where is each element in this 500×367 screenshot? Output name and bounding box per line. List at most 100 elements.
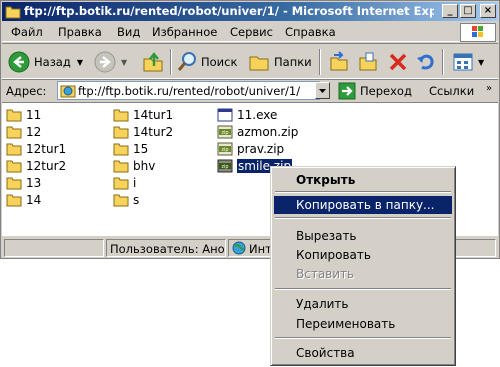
forward-arrow-icon xyxy=(94,51,116,73)
folder-item[interactable]: s xyxy=(113,192,139,208)
close-button[interactable]: × xyxy=(480,4,496,18)
toolbar-separator xyxy=(442,49,444,75)
copy-to-icon xyxy=(359,52,377,71)
views-button[interactable]: ▼ xyxy=(452,50,484,74)
windows-flag-icon xyxy=(472,26,483,37)
context-menu: Открыть Копировать в папку... Вырезать К… xyxy=(270,166,456,366)
forward-button[interactable]: ▼ xyxy=(94,50,127,74)
window-title: ftp://ftp.botik.ru/rented/robot/univer/1… xyxy=(24,4,434,18)
menu-delete[interactable]: Удалить xyxy=(274,295,452,313)
address-dropdown-button[interactable] xyxy=(315,82,330,99)
zip-file-icon: zip xyxy=(217,159,233,173)
folder-label: 13 xyxy=(26,176,42,190)
menu-edit[interactable]: Правка xyxy=(58,25,102,39)
delete-x-icon xyxy=(389,53,407,71)
folder-item[interactable]: 13 xyxy=(6,175,41,191)
menu-separator xyxy=(275,337,451,339)
folder-item[interactable]: 14tur2 xyxy=(113,124,173,140)
address-value: ftp://ftp.botik.ru/rented/robot/univer/1… xyxy=(78,84,301,98)
forward-dropdown-icon[interactable]: ▼ xyxy=(121,58,127,67)
address-input[interactable]: ftp://ftp.botik.ru/rented/robot/univer/1… xyxy=(57,81,320,100)
file-label: prav.zip xyxy=(237,142,285,156)
go-arrow-icon xyxy=(338,82,356,100)
status-user: Пользователь: Анонимный xyxy=(106,239,226,257)
status-panel-empty xyxy=(4,239,104,257)
up-folder-icon xyxy=(143,52,163,72)
menu-rename[interactable]: Переименовать xyxy=(274,315,452,333)
internet-globe-icon xyxy=(232,241,246,255)
folder-item[interactable]: 15 xyxy=(113,141,148,157)
back-label: Назад xyxy=(34,55,71,69)
file-item[interactable]: zip prav.zip xyxy=(217,141,284,157)
minimize-button[interactable]: _ xyxy=(442,4,458,18)
menu-separator xyxy=(275,191,451,193)
menu-view[interactable]: Вид xyxy=(117,25,140,39)
search-icon xyxy=(177,52,196,71)
menu-open[interactable]: Открыть xyxy=(274,171,452,189)
file-label: azmon.zip xyxy=(237,125,299,139)
folder-label: 12tur1 xyxy=(26,142,67,156)
up-folder-button[interactable] xyxy=(142,50,164,74)
folder-item[interactable]: i xyxy=(113,175,136,191)
maximize-button[interactable]: □ xyxy=(460,4,476,18)
links-button[interactable]: Ссылки xyxy=(429,84,474,98)
svg-text:zip: zip xyxy=(221,130,228,136)
folder-item[interactable]: 11 xyxy=(6,107,41,123)
back-dropdown-icon[interactable]: ▼ xyxy=(77,58,83,67)
menu-copy[interactable]: Копировать xyxy=(274,246,452,264)
toolbar-separator xyxy=(319,49,321,75)
title-bar[interactable]: ftp://ftp.botik.ru/rented/robot/univer/1… xyxy=(2,2,498,21)
folder-icon xyxy=(113,177,129,190)
chevron-down-icon xyxy=(319,89,326,93)
menu-properties[interactable]: Свойства xyxy=(274,344,452,362)
file-label: 11.exe xyxy=(237,108,278,122)
undo-icon xyxy=(417,54,434,70)
menu-tools[interactable]: Сервис xyxy=(230,25,273,39)
back-button[interactable]: Назад ▼ xyxy=(8,50,83,74)
folder-item[interactable]: 12tur1 xyxy=(6,141,66,157)
folder-item[interactable]: 14 xyxy=(6,192,41,208)
folder-icon xyxy=(6,109,22,122)
address-label: Адрес: xyxy=(6,84,47,98)
search-button[interactable]: Поиск xyxy=(176,50,237,74)
file-item[interactable]: 11.exe xyxy=(217,107,277,123)
copy-to-button[interactable] xyxy=(357,50,379,74)
folder-label: 15 xyxy=(133,142,149,156)
folder-item[interactable]: bhv xyxy=(113,158,155,174)
delete-button[interactable] xyxy=(387,50,409,74)
views-grid-icon xyxy=(453,53,473,71)
move-to-icon xyxy=(330,51,348,71)
menu-help[interactable]: Справка xyxy=(285,25,336,39)
folder-label: bhv xyxy=(133,159,156,173)
folders-button[interactable]: Папки xyxy=(248,50,312,74)
menu-cut[interactable]: Вырезать xyxy=(274,227,452,245)
menu-copy-to-folder[interactable]: Копировать в папку... xyxy=(274,196,452,214)
svg-text:zip: zip xyxy=(221,164,228,170)
toolbar-separator xyxy=(170,49,172,75)
folder-item[interactable]: 14tur1 xyxy=(113,107,173,123)
file-item[interactable]: zip azmon.zip xyxy=(217,124,298,140)
folder-label: 14 xyxy=(26,193,42,207)
folders-label: Папки xyxy=(274,55,312,69)
links-chevron-icon[interactable]: » xyxy=(486,83,492,94)
folder-label: i xyxy=(133,176,137,190)
svg-text:zip: zip xyxy=(221,147,228,153)
menu-file[interactable]: Файл xyxy=(11,25,43,39)
zip-file-icon: zip xyxy=(217,142,233,156)
move-to-button[interactable] xyxy=(328,50,350,74)
folder-item[interactable]: 12 xyxy=(6,124,41,140)
folder-label: s xyxy=(133,193,140,207)
undo-button[interactable] xyxy=(415,50,437,74)
folder-icon xyxy=(5,6,21,19)
menu-separator xyxy=(275,288,451,290)
folder-item[interactable]: 12tur2 xyxy=(6,158,66,174)
menu-paste[interactable]: Вставить xyxy=(274,265,452,283)
menu-favorites[interactable]: Избранное xyxy=(152,25,217,39)
windows-logo xyxy=(460,23,496,42)
go-button[interactable]: Переход xyxy=(338,82,412,100)
search-label: Поиск xyxy=(201,55,238,69)
zip-file-icon: zip xyxy=(217,125,233,139)
folder-icon xyxy=(113,126,129,139)
views-dropdown-icon[interactable]: ▼ xyxy=(478,58,484,67)
folders-icon xyxy=(249,56,269,71)
